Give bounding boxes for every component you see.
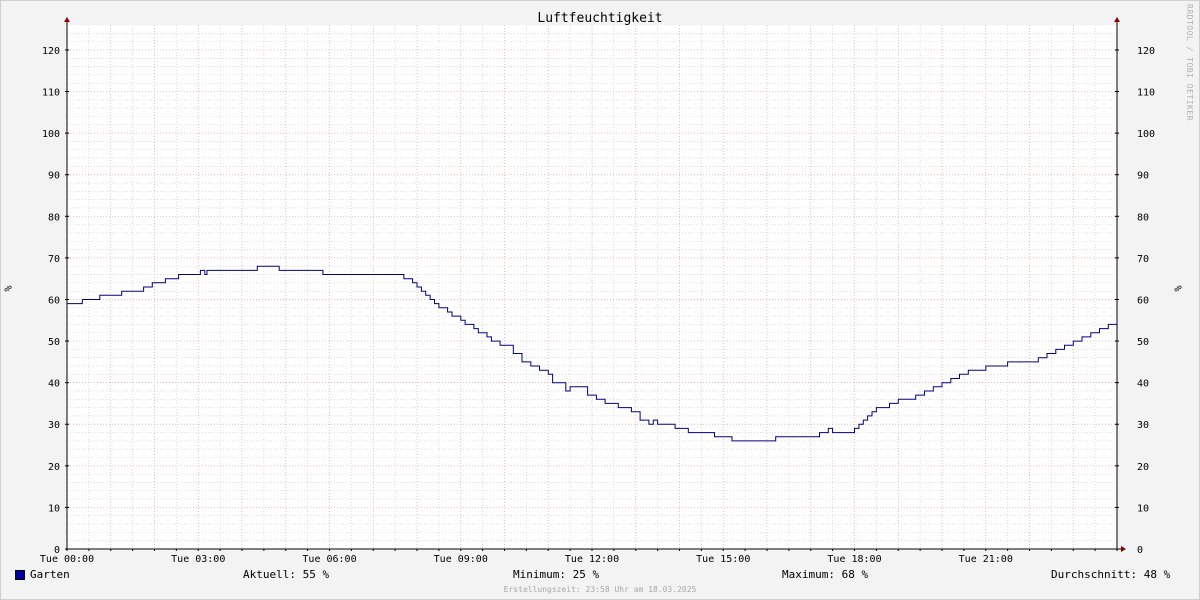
y-tick-label-left: 10 — [48, 503, 60, 514]
y-tick-label-right: 40 — [1137, 379, 1149, 390]
y-tick-label-right: 30 — [1137, 420, 1149, 431]
y-axis-arrow-right — [1114, 17, 1120, 22]
y-tick-label-right: 60 — [1137, 295, 1149, 306]
legend-average: Durchschnitt: 48 % — [1051, 568, 1171, 581]
humidity-line-chart: 0 010 1020 2030 3040 4050 5060 6070 7080 8090 9010… — [40, 17, 1155, 565]
x-tick-label: Tue 03:00 — [171, 554, 225, 565]
y-tick-label-right: 100 — [1137, 129, 1155, 140]
y-axis-arrow-left — [64, 17, 70, 22]
x-tick-label: Tue 09:00 — [434, 554, 488, 565]
y-tick-label-left: 30 — [48, 420, 60, 431]
legend: Garten Aktuell: 55 % Minimum: 25 % Maxim… — [0, 568, 1200, 584]
y-tick-label-left: 90 — [48, 171, 60, 182]
y-tick-label-right: 110 — [1137, 88, 1155, 99]
legend-series-name: Garten — [30, 568, 70, 581]
y-tick-label-left: 80 — [48, 212, 60, 223]
x-tick-label: Tue 15:00 — [696, 554, 750, 565]
x-tick-label: Tue 06:00 — [302, 554, 356, 565]
y-tick-label-left: 100 — [42, 129, 60, 140]
y-tick-label-right: 50 — [1137, 337, 1149, 348]
x-axis-arrow — [1121, 546, 1126, 552]
legend-current: Aktuell: 55 % — [243, 568, 330, 581]
x-tick-label: Tue 12:00 — [565, 554, 619, 565]
y-tick-label-right: 80 — [1137, 212, 1149, 223]
y-tick-label-right: 70 — [1137, 254, 1149, 265]
creation-time: Erstellungszeit: 23:58 Uhr am 18.03.2025 — [503, 585, 697, 594]
legend-swatch-garten — [15, 570, 25, 580]
legend-minimum: Minimum: 25 % — [513, 568, 600, 581]
y-tick-label-right: 120 — [1137, 46, 1155, 57]
y-tick-label-left: 40 — [48, 379, 60, 390]
y-tick-label-right: 10 — [1137, 503, 1149, 514]
x-tick-label: Tue 18:00 — [827, 554, 881, 565]
x-tick-label: Tue 21:00 — [959, 554, 1013, 565]
y-tick-label-right: 90 — [1137, 171, 1149, 182]
y-tick-label-left: 20 — [48, 462, 60, 473]
y-tick-label-left: 120 — [42, 46, 60, 57]
y-tick-label-right: 20 — [1137, 462, 1149, 473]
y-tick-label-left: 70 — [48, 254, 60, 265]
y-tick-label-right: 0 — [1137, 545, 1143, 556]
legend-maximum: Maximum: 68 % — [782, 568, 869, 581]
y-tick-label-left: 110 — [42, 88, 60, 99]
x-tick-label: Tue 00:00 — [40, 554, 94, 565]
y-tick-label-left: 60 — [48, 295, 60, 306]
y-tick-label-left: 50 — [48, 337, 60, 348]
